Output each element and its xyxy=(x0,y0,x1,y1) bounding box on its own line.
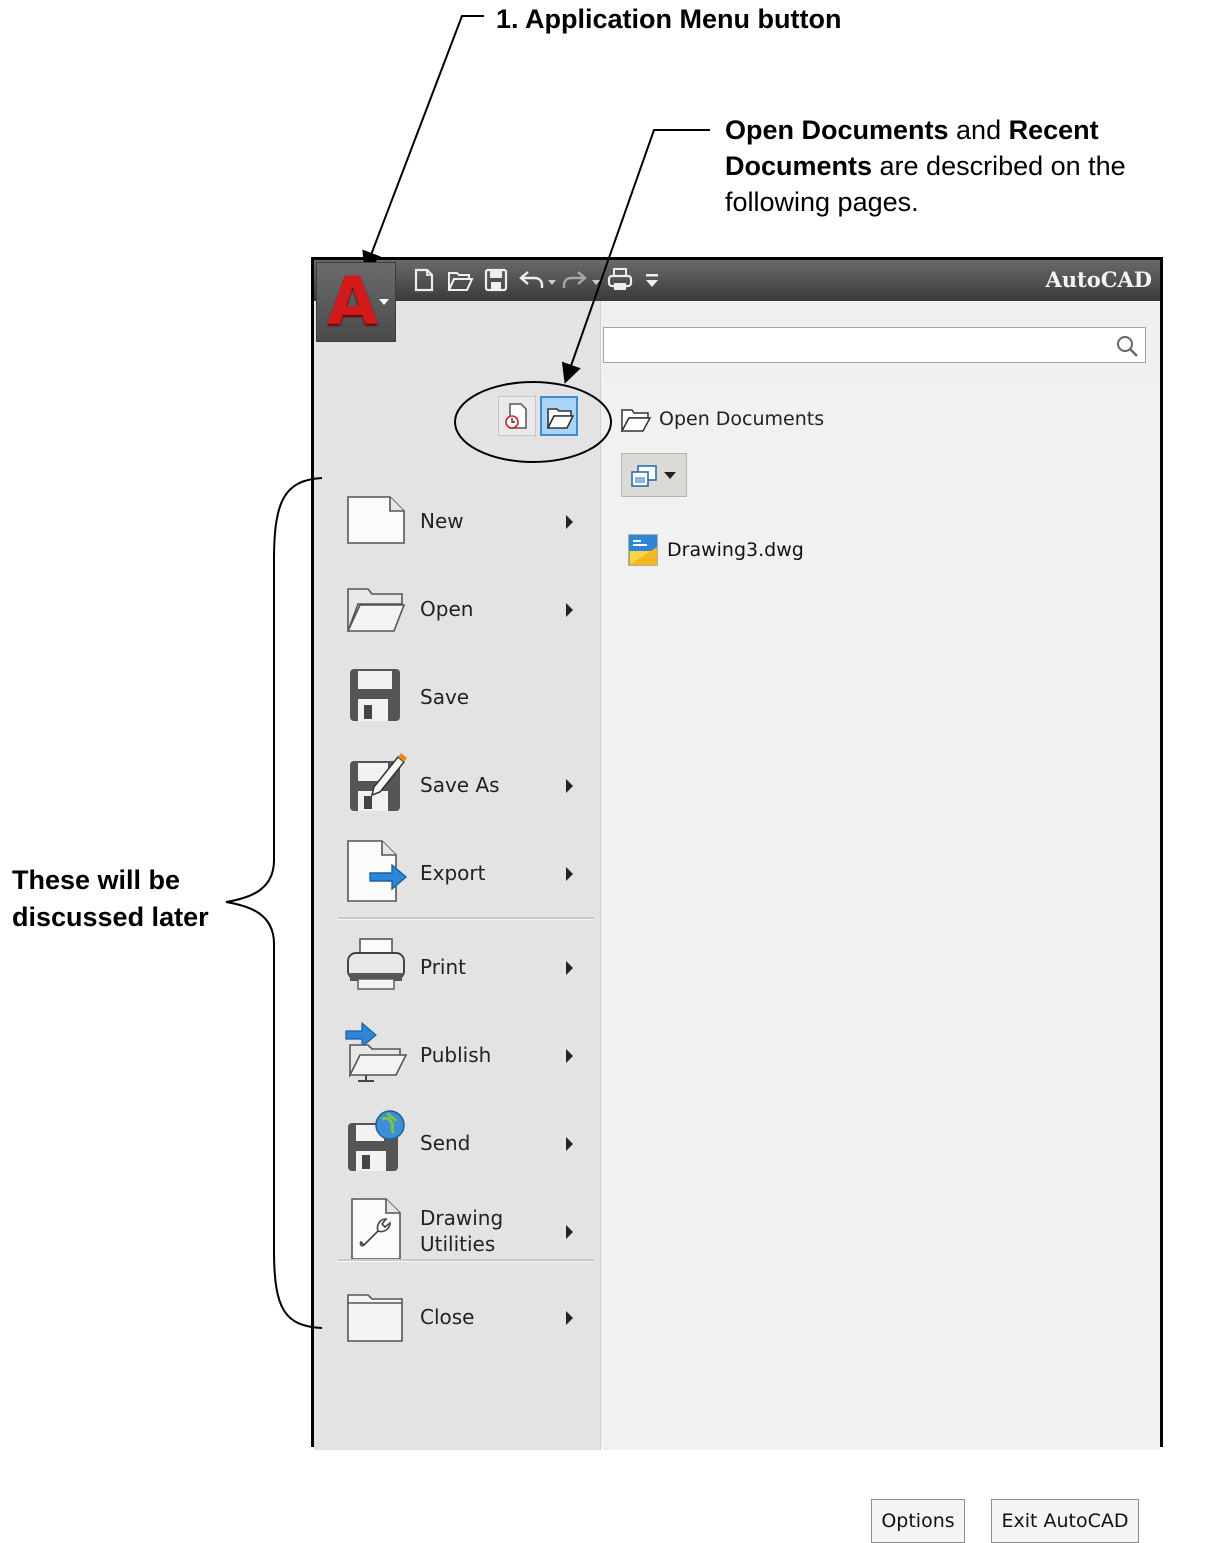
menu-item-print[interactable]: Print xyxy=(338,927,594,1007)
callout-and: and xyxy=(948,115,1009,145)
menu-label: Save As xyxy=(420,773,500,797)
menu-separator xyxy=(338,917,594,920)
menu-label: Export xyxy=(420,861,486,885)
menu-item-close[interactable]: Close xyxy=(338,1277,594,1357)
undo-icon[interactable] xyxy=(518,266,546,294)
menu-label: Open xyxy=(420,597,474,621)
menu-label: New xyxy=(420,509,464,533)
document-name: Drawing3.dwg xyxy=(667,539,804,561)
menu-separator xyxy=(338,1259,594,1262)
menu-item-save[interactable]: Save xyxy=(338,657,594,737)
menu-label: Print xyxy=(420,955,467,979)
redo-dropdown-icon[interactable] xyxy=(592,280,600,285)
recent-documents-button[interactable] xyxy=(498,396,536,436)
customize-icon[interactable] xyxy=(638,266,666,294)
drawing-utilities-icon xyxy=(344,1197,408,1261)
close-folder-icon xyxy=(344,1283,408,1347)
menu-item-new[interactable]: New xyxy=(338,481,594,561)
open-folder-icon xyxy=(344,575,408,639)
submenu-arrow-icon xyxy=(566,1049,573,1063)
open-documents-button[interactable] xyxy=(540,396,578,436)
menu-item-send[interactable]: Send xyxy=(338,1103,594,1183)
recent-documents-icon xyxy=(505,403,527,429)
publish-icon xyxy=(344,1021,408,1085)
documents-callout: Open Documents and Recent Documents are … xyxy=(725,112,1205,220)
submenu-arrow-icon xyxy=(566,1311,573,1325)
submenu-arrow-icon xyxy=(566,961,573,975)
export-icon xyxy=(344,839,408,903)
dwg-file-icon xyxy=(628,534,658,566)
submenu-arrow-icon xyxy=(566,515,573,529)
menu-item-open[interactable]: Open xyxy=(338,569,594,649)
new-document-icon xyxy=(344,487,408,551)
new-icon[interactable] xyxy=(410,266,438,294)
app-menu-callout: 1. Application Menu button xyxy=(496,4,842,34)
menu-label-line1: Drawing xyxy=(420,1206,504,1230)
callout-open-documents: Open Documents xyxy=(725,115,949,145)
menu-item-publish[interactable]: Publish xyxy=(338,1015,594,1095)
submenu-arrow-icon xyxy=(566,1225,573,1239)
menu-item-save-as[interactable]: Save As xyxy=(338,745,594,825)
save-as-icon xyxy=(344,751,408,815)
open-documents-icon xyxy=(546,408,575,429)
open-icon[interactable] xyxy=(446,266,474,294)
autocad-logo-icon: A xyxy=(327,263,379,340)
documents-panel: Open Documents Drawing3.dwg Options Exit… xyxy=(603,381,1159,1543)
menu-label-line2: Utilities xyxy=(420,1232,496,1256)
application-menu-commands: New Open Save Save As Export Print Publi… xyxy=(314,301,601,1450)
send-icon xyxy=(344,1109,408,1173)
view-mode-dropdown[interactable] xyxy=(621,453,687,497)
save-disk-icon xyxy=(344,663,408,727)
menu-label: Close xyxy=(420,1305,475,1329)
submenu-arrow-icon xyxy=(566,779,573,793)
autocad-window: AutoCAD A New Open Save Save As Export P… xyxy=(311,257,1163,1543)
options-button[interactable]: Options xyxy=(871,1499,965,1543)
submenu-arrow-icon xyxy=(566,867,573,881)
chevron-down-icon xyxy=(664,472,676,479)
submenu-arrow-icon xyxy=(566,603,573,617)
app-title: AutoCAD xyxy=(1045,267,1153,292)
chevron-down-icon xyxy=(379,299,389,305)
title-bar: AutoCAD xyxy=(314,260,1160,301)
open-documents-icon xyxy=(620,409,652,432)
menu-label: Send xyxy=(420,1131,471,1155)
menu-item-export[interactable]: Export xyxy=(338,833,594,913)
left-note: These will be discussed later xyxy=(12,865,209,932)
app-menu-leader-line xyxy=(362,15,484,272)
save-icon[interactable] xyxy=(482,266,510,294)
search-input[interactable] xyxy=(603,327,1146,363)
documents-header: Open Documents xyxy=(659,408,825,430)
search-icon[interactable] xyxy=(1115,334,1139,358)
plot-icon[interactable] xyxy=(606,266,634,294)
redo-icon[interactable] xyxy=(560,266,588,294)
printer-icon xyxy=(344,933,408,997)
application-menu-button[interactable]: A xyxy=(316,262,396,342)
menu-label: Save xyxy=(420,685,470,709)
submenu-arrow-icon xyxy=(566,1137,573,1151)
exit-autocad-button[interactable]: Exit AutoCAD xyxy=(991,1499,1139,1543)
undo-dropdown-icon[interactable] xyxy=(548,280,556,285)
icon-view-icon xyxy=(631,465,657,487)
menu-label: Drawing Utilities xyxy=(420,1205,503,1257)
menu-label: Publish xyxy=(420,1043,492,1067)
